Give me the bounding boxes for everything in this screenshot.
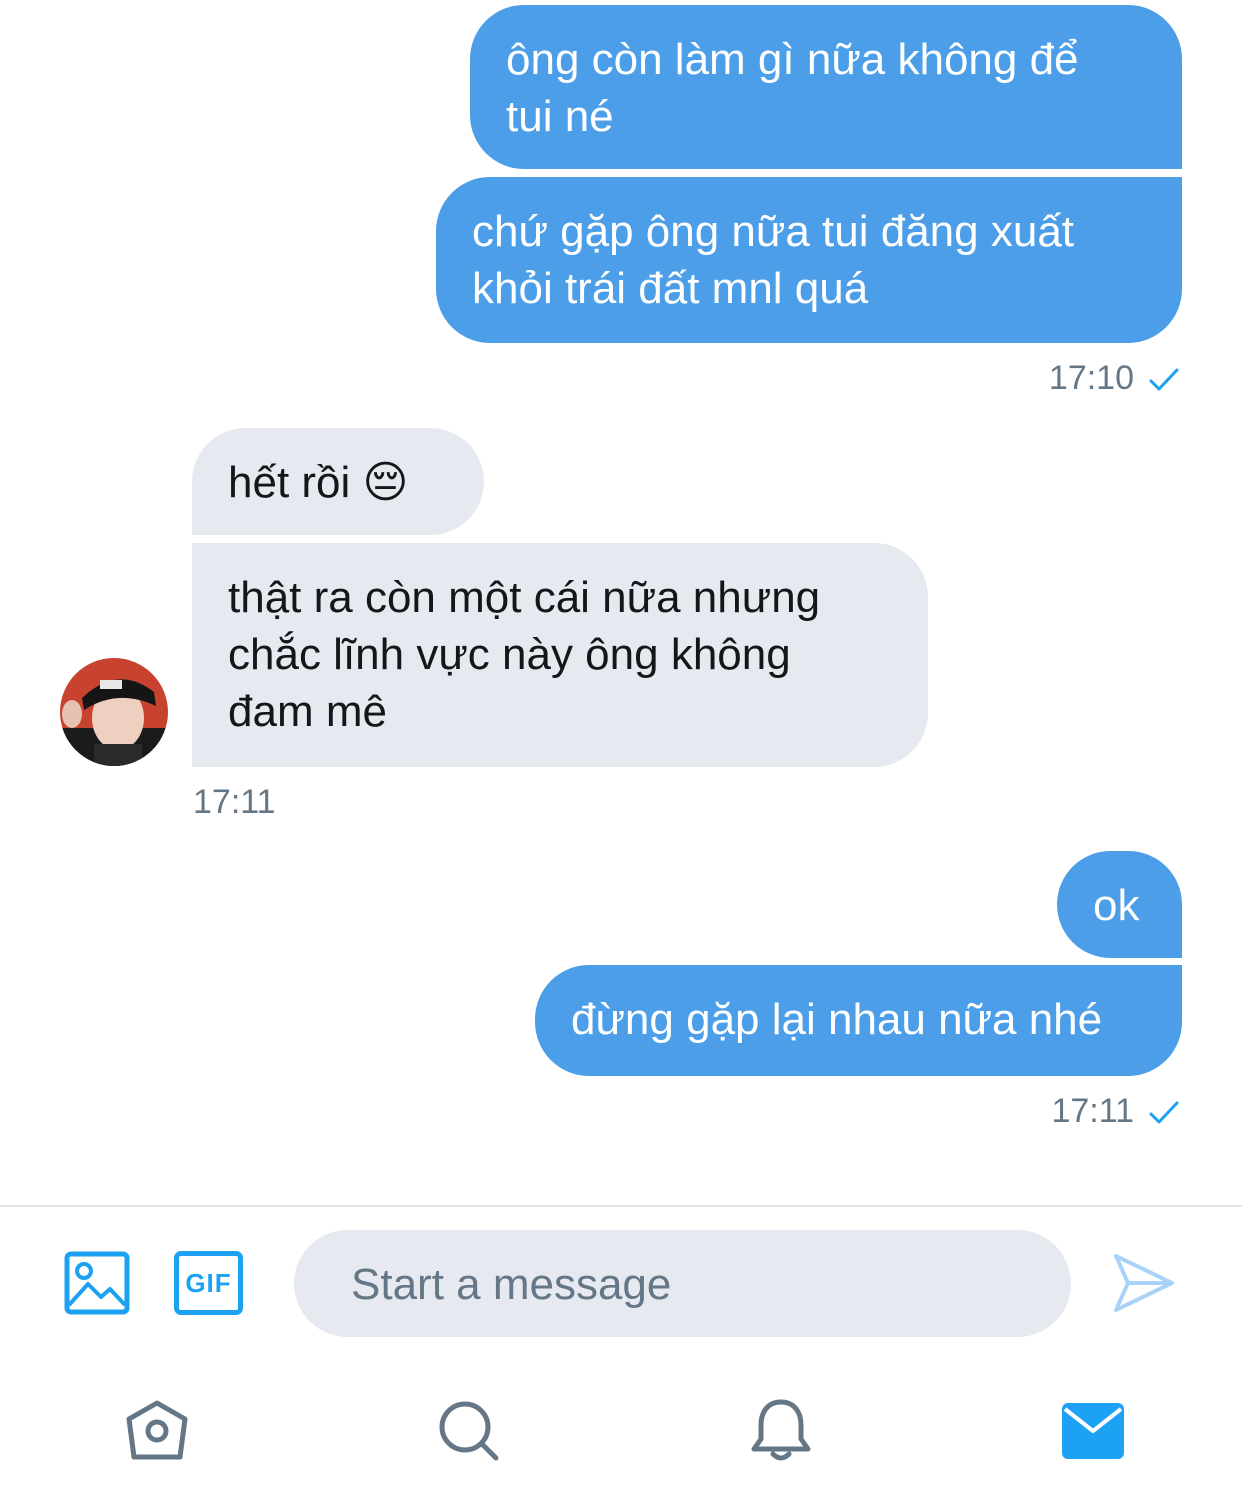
message-bubble-received[interactable]: thật ra còn một cái nữa nhưng chắc lĩnh …	[192, 543, 928, 767]
mail-icon[interactable]	[1062, 1403, 1124, 1459]
message-bubble-sent[interactable]: ok	[1057, 851, 1182, 958]
send-icon[interactable]	[1112, 1252, 1176, 1314]
message-bubble-sent[interactable]: chứ gặp ông nữa tui đăng xuất khỏi trái …	[436, 177, 1182, 343]
gif-button[interactable]: GIF	[174, 1251, 243, 1315]
search-icon[interactable]	[437, 1399, 501, 1463]
gif-label: GIF	[185, 1267, 232, 1298]
read-receipt-icon	[1149, 368, 1179, 391]
message-timestamp: 17:11	[193, 783, 276, 821]
message-bubble-received[interactable]: hết rồi 😔	[192, 428, 484, 535]
message-bubble-sent[interactable]: đừng gặp lại nhau nữa nhé	[535, 965, 1182, 1076]
message-bubble-sent[interactable]: ông còn làm gì nữa không để tui né	[470, 5, 1182, 169]
message-timestamp: 17:10	[1048, 359, 1134, 397]
message-input-container[interactable]	[294, 1230, 1071, 1339]
message-timestamp: 17:11	[1051, 1092, 1134, 1130]
image-icon[interactable]	[64, 1251, 130, 1315]
read-receipt-icon	[1149, 1101, 1179, 1124]
message-input[interactable]	[349, 1230, 1033, 1339]
bell-icon[interactable]	[750, 1397, 812, 1463]
composer-divider	[0, 1205, 1242, 1207]
avatar[interactable]	[60, 658, 168, 766]
home-icon[interactable]	[124, 1399, 190, 1461]
